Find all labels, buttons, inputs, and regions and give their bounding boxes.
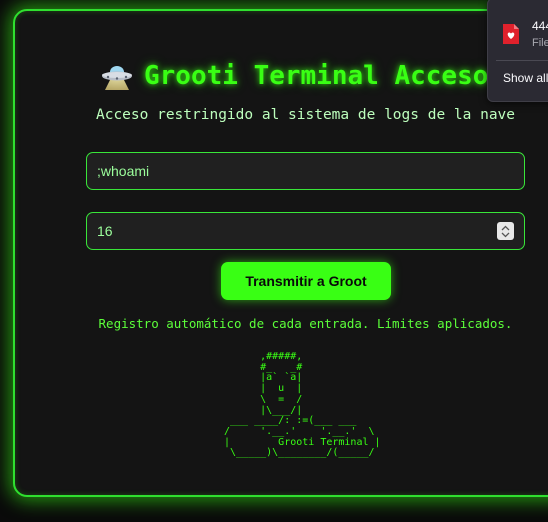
command-input[interactable]: ;whoami [86, 152, 525, 190]
groot-ascii-art: ,#####, #_ _# |a` `a| | u | \ = / |\___/… [224, 351, 381, 459]
popup-divider [496, 60, 548, 61]
logging-notice: Registro automático de cada entrada. Lím… [98, 316, 513, 331]
show-all-downloads-link[interactable]: Show all [503, 71, 548, 85]
transmit-button[interactable]: Transmitir a Groot [221, 262, 391, 300]
spinner-down-icon[interactable] [501, 232, 510, 238]
download-popup: 444 File Show all [487, 0, 548, 102]
page-title: Grooti Terminal Acceso [100, 58, 488, 94]
number-stepper[interactable] [497, 222, 514, 240]
subtitle: Acceso restringido al sistema de logs de… [95, 107, 516, 123]
number-input-value: 16 [97, 223, 113, 239]
pdf-file-icon [503, 24, 519, 44]
number-input[interactable]: 16 [86, 212, 525, 250]
download-item[interactable]: 444 File [488, 0, 548, 59]
download-file-name: 444 [532, 19, 548, 33]
ufo-icon [100, 63, 134, 91]
download-status: File [532, 37, 548, 49]
spinner-up-icon[interactable] [501, 225, 510, 231]
command-input-value: ;whoami [97, 163, 150, 179]
title-text: Grooti Terminal Acceso [144, 61, 489, 91]
